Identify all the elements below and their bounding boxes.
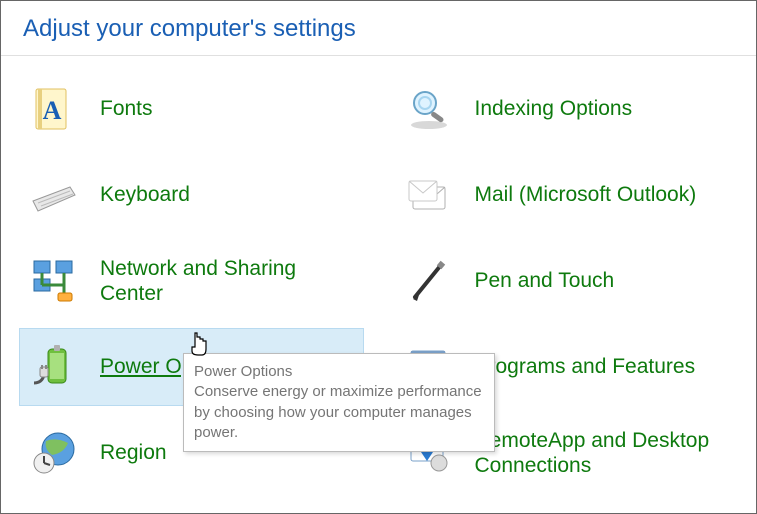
item-speech-recognition[interactable]: Speech Recognition <box>394 500 739 514</box>
mail-icon <box>405 171 453 219</box>
item-label: Pen and Touch <box>475 268 615 293</box>
item-fonts[interactable]: A Fonts <box>19 70 364 148</box>
item-label: Programs and Features <box>475 354 696 379</box>
item-label: Network and Sharing Center <box>100 256 353 306</box>
network-icon <box>30 257 78 305</box>
item-sound[interactable]: Sound <box>19 500 364 514</box>
item-label: Indexing Options <box>475 96 633 121</box>
item-label: Fonts <box>100 96 153 121</box>
tooltip-title: Power Options <box>194 362 484 382</box>
item-indexing-options[interactable]: Indexing Options <box>394 70 739 148</box>
item-mail[interactable]: Mail (Microsoft Outlook) <box>394 156 739 234</box>
control-panel-window: Adjust your computer's settings A Fonts <box>0 0 757 514</box>
svg-text:A: A <box>43 96 62 125</box>
divider <box>1 55 756 56</box>
pen-icon <box>405 257 453 305</box>
item-label: Keyboard <box>100 182 190 207</box>
item-pen-touch[interactable]: Pen and Touch <box>394 242 739 320</box>
item-label: Region <box>100 440 167 465</box>
item-keyboard[interactable]: Keyboard <box>19 156 364 234</box>
globe-clock-icon <box>30 429 78 477</box>
page-title: Adjust your computer's settings <box>1 1 756 55</box>
magnifier-icon <box>405 85 453 133</box>
tooltip: Power Options Conserve energy or maximiz… <box>183 353 495 452</box>
tooltip-body: Conserve energy or maximize performance … <box>194 383 482 441</box>
fonts-icon: A <box>30 85 78 133</box>
item-network-sharing[interactable]: Network and Sharing Center <box>19 242 364 320</box>
battery-plug-icon <box>30 343 78 391</box>
item-label: Mail (Microsoft Outlook) <box>475 182 697 207</box>
keyboard-icon <box>30 171 78 219</box>
item-label: RemoteApp and Desktop Connections <box>475 428 728 478</box>
